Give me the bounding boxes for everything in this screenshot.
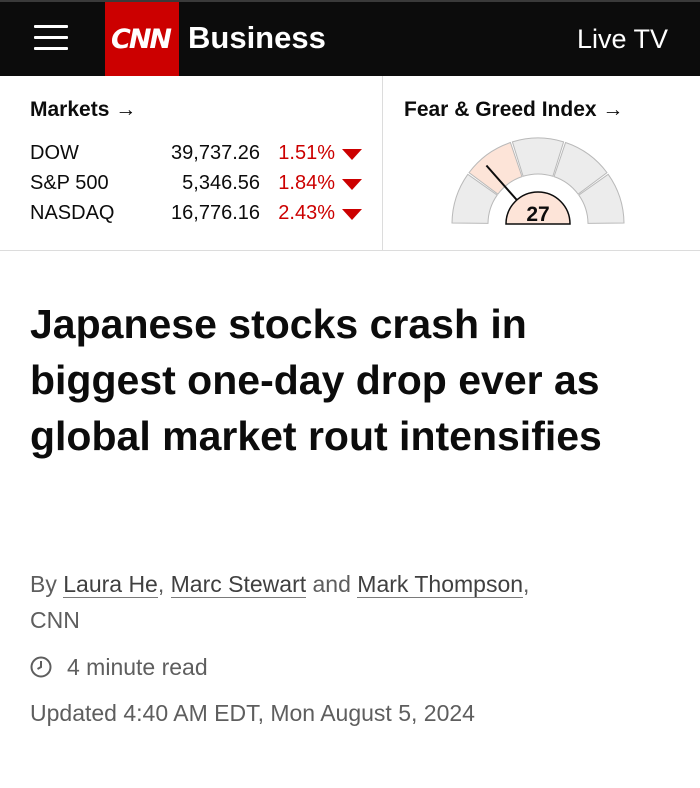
market-row-dow[interactable]: DOW 39,737.26 1.51% [30,142,365,172]
updated-timestamp: Updated 4:40 AM EDT, Mon August 5, 2024 [30,700,475,726]
site-header: CNN Business Live TV [0,0,700,76]
article-headline: Japanese stocks crash in biggest one-day… [30,301,602,459]
down-arrow-icon [342,179,362,190]
byline: By Laura He, Marc Stewart and Mark Thomp… [30,566,670,638]
byline-org: CNN [30,607,80,633]
hamburger-menu-icon[interactable] [34,22,68,54]
live-tv-link[interactable]: Live TV [577,24,668,55]
byline-prefix: By [30,571,64,597]
section-name[interactable]: Business [188,20,326,56]
index-value: 16,776.16 [171,202,260,224]
index-change: 1.51% [278,142,335,164]
market-row-sp500[interactable]: S&P 500 5,346.56 1.84% [30,172,365,202]
fear-greed-gauge[interactable]: 27 [448,134,628,234]
markets-strip: Markets → DOW 39,737.26 1.51% S&P 500 5,… [0,76,700,251]
author-link[interactable]: Marc Stewart [170,571,307,598]
clock-icon [30,656,52,678]
index-change: 1.84% [278,172,335,194]
author-link[interactable]: Laura He [63,571,158,598]
byline-and: and [306,571,358,597]
cnn-logo[interactable]: CNN [105,2,179,76]
index-value: 5,346.56 [182,172,260,194]
index-name: S&P 500 [30,172,109,194]
index-change: 2.43% [278,202,335,224]
down-arrow-icon [342,149,362,160]
author-link[interactable]: Mark Thompson [357,571,524,598]
market-row-nasdaq[interactable]: NASDAQ 16,776.16 2.43% [30,202,365,232]
index-name: DOW [30,142,79,164]
read-time-text: 4 minute read [67,654,208,680]
down-arrow-icon [342,209,362,220]
index-name: NASDAQ [30,202,115,224]
byline-suffix: , [523,571,530,597]
index-value: 39,737.26 [171,142,260,164]
cnn-logo-text: CNN [111,24,172,55]
byline-separator: , [157,571,171,597]
gauge-value: 27 [526,203,549,226]
markets-divider [382,76,383,250]
fear-greed-link[interactable]: Fear & Greed Index → [404,98,623,122]
markets-link[interactable]: Markets → [30,98,136,122]
